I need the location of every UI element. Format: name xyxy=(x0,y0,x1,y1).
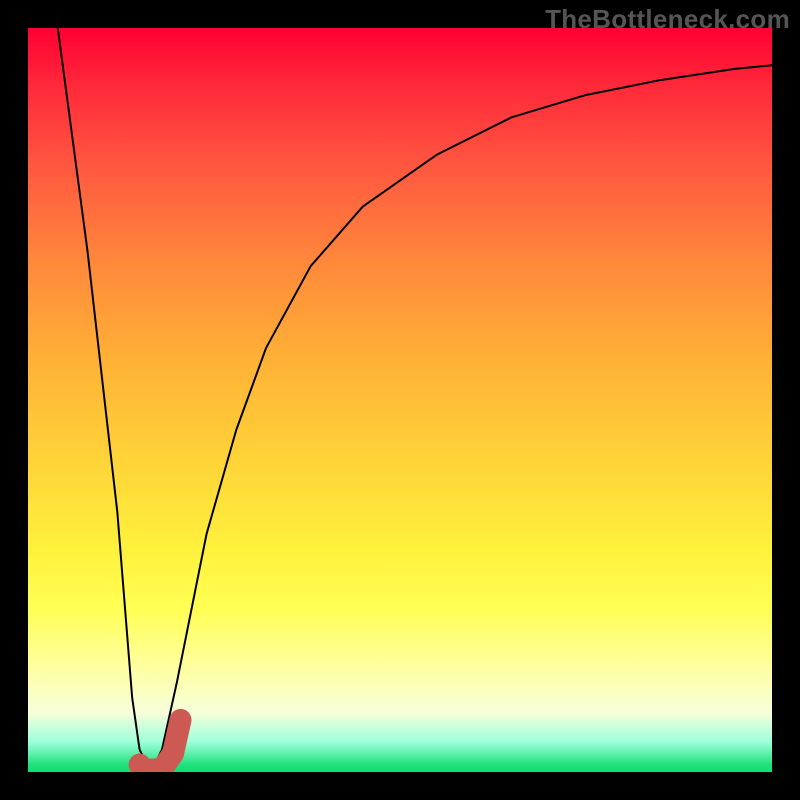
chart-frame: TheBottleneck.com xyxy=(0,0,800,800)
chart-svg xyxy=(28,28,772,772)
bottleneck-curve xyxy=(58,28,772,765)
plot-area xyxy=(28,28,772,772)
watermark-label: TheBottleneck.com xyxy=(545,4,790,35)
marker-hook xyxy=(140,720,181,770)
